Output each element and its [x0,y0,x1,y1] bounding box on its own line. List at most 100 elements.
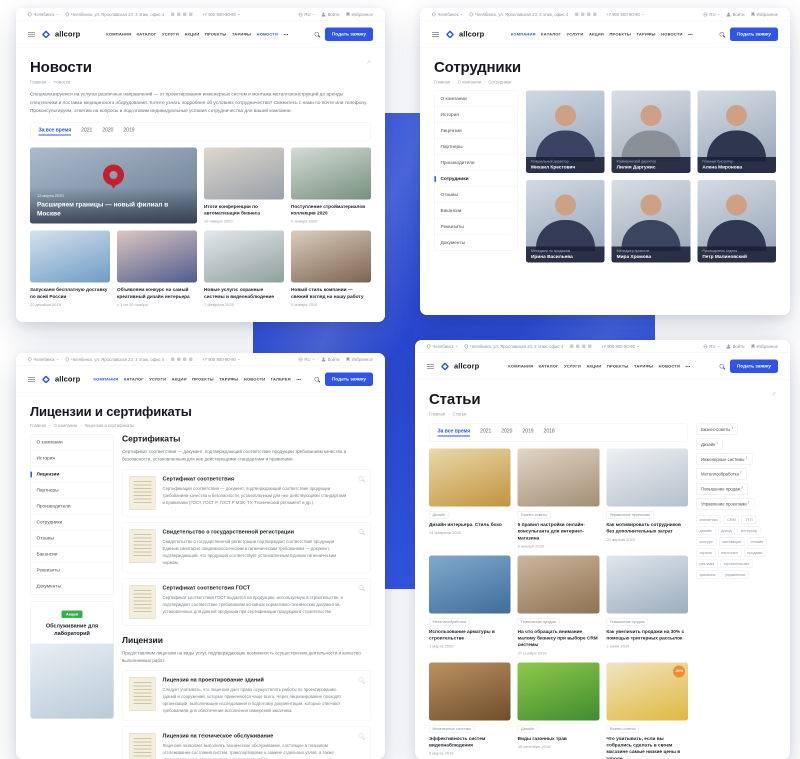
nav-menu-item[interactable]: Компания [511,32,536,37]
news-card[interactable]: Запускаем бесплатную доставку по всей Ро… [30,231,110,307]
document-card[interactable]: Сертификат соответствия Сертификация соо… [122,469,371,516]
nav-menu-item[interactable]: Тарифы [634,364,653,369]
nav-menu-item[interactable]: Каталог [539,364,559,369]
sidebar-item[interactable]: Лицензии [31,467,114,483]
tag-chip[interactable]: строительство [720,559,752,568]
filter-tab[interactable]: 2018 [544,429,555,437]
social-icon[interactable] [183,13,187,17]
nav-menu-item[interactable]: Акции [589,32,604,37]
nav-menu-item[interactable]: Тарифы [232,32,251,37]
social-icon[interactable] [570,345,574,349]
language-selector[interactable]: RU [703,12,719,17]
nav-menu-item[interactable]: Галерея [271,377,291,382]
language-selector[interactable]: RU [703,344,719,349]
article-card[interactable]: Повышение продаж На что обращать внимани… [518,555,600,655]
filter-tab[interactable]: 2019 [522,429,533,437]
nav-menu-item[interactable]: Каталог [541,32,561,37]
promo-banner[interactable]: Акция Обслуживание для лабораторий [30,602,114,719]
article-card[interactable]: -50% Бизнес-советы Что учитывать, если в… [606,662,688,759]
filter-tab[interactable]: 2019 [123,127,134,135]
tag-chip[interactable]: реклама [696,559,718,568]
favorites-link[interactable]: Избранное [346,357,373,362]
tag-chip[interactable]: финансы [696,570,719,579]
employee-card[interactable]: Менеджер по продажам Ирина Васильева [526,180,605,263]
breadcrumb-item[interactable]: Статьи [445,412,466,417]
article-category-chip[interactable]: Бизнес-советы [606,725,639,733]
filter-tab[interactable]: За все время [39,127,72,135]
sidebar-item[interactable]: Отзывы [31,531,114,547]
login-link[interactable]: Войти [727,344,745,349]
social-icon[interactable] [189,13,193,17]
submit-request-button[interactable]: Подать заявку [325,373,373,387]
document-thumbnail[interactable] [130,733,156,759]
nav-menu-item[interactable]: ••• [688,32,693,37]
sidebar-item[interactable]: Реквизиты [31,563,114,579]
search-icon[interactable] [314,377,319,382]
filter-tab[interactable]: 2020 [102,127,113,135]
article-category-chip[interactable]: Управление проектами [606,511,653,519]
article-category-chip[interactable]: Повышение продаж [606,618,648,626]
document-card[interactable]: Свидетельство о государственной регистра… [122,522,371,572]
breadcrumb-item[interactable]: Сотрудники [481,80,511,85]
news-card[interactable]: Объявляем конкурс на самый креативный ди… [117,231,197,307]
tag-chip[interactable]: конкурс [696,537,716,546]
nav-menu-item[interactable]: ••• [296,377,301,382]
city-selector[interactable]: Челябинск [432,12,462,17]
tag-chip[interactable]: охрана [696,548,715,557]
sidebar-item[interactable]: Производители [435,155,518,171]
nav-menu-item[interactable]: ••• [284,32,289,37]
breadcrumb-item[interactable]: Лицензии и сертификаты [77,423,134,428]
article-category-chip[interactable]: Повышение продаж [518,618,560,626]
category-filter[interactable]: Управление проектами2 [696,498,754,509]
nav-menu-item[interactable]: Каталог [137,32,157,37]
search-icon[interactable] [719,364,724,369]
social-icon[interactable] [588,345,592,349]
sidebar-item[interactable]: История [435,107,518,123]
share-icon[interactable] [771,391,776,397]
filter-tab[interactable]: За все время [438,429,471,437]
nav-menu-item[interactable]: Акции [586,364,601,369]
favorites-link[interactable]: Избранное [751,344,778,349]
tag-chip[interactable]: CRM [724,515,740,524]
filter-tab[interactable]: 2021 [480,429,491,437]
nav-menu-item[interactable]: Услуги [567,32,584,37]
employee-card[interactable]: Генеральный директор Михаил Крестович [526,91,605,174]
sidebar-item[interactable]: Документы [31,579,114,595]
language-selector[interactable]: RU [298,12,314,17]
zoom-icon[interactable] [359,733,364,738]
submit-request-button[interactable]: Подать заявку [730,28,778,42]
document-card[interactable]: Лицензия на техническое обслуживание Лиц… [122,727,371,759]
tag-chip[interactable]: управление [721,570,749,579]
hamburger-menu-icon[interactable] [28,377,35,382]
login-link[interactable]: Войти [322,357,340,362]
filter-tab[interactable]: 2021 [81,127,92,135]
nav-menu-item[interactable]: Каталог [124,377,144,382]
sidebar-item[interactable]: Вакансии [435,203,518,219]
article-card[interactable]: Повышение продаж Как увеличить продажи н… [606,555,688,655]
tag-chip[interactable]: мотивация [719,537,745,546]
document-card[interactable]: Лицензия на проектирование зданий Следуе… [122,671,371,721]
favorites-link[interactable]: Избранное [751,12,778,17]
article-category-chip[interactable]: Дизайн [518,725,538,733]
news-card[interactable]: Новые услуги: охранные системы и видеона… [204,231,284,307]
city-selector[interactable]: Челябинск [28,357,58,362]
social-icon[interactable] [575,13,579,17]
nav-menu-item[interactable]: Тарифы [637,32,656,37]
nav-menu-item[interactable]: Услуги [149,377,166,382]
nav-menu-item[interactable]: Услуги [162,32,179,37]
article-card[interactable]: Бизнес-советы 5 правил настройки онлайн-… [518,449,600,549]
article-card[interactable]: Дизайн Дизайн интерьера. Стиль бохо 14 ф… [429,449,511,549]
nav-menu-item[interactable]: Акции [172,377,187,382]
nav-menu-item[interactable]: Новости [244,377,265,382]
tag-chip[interactable]: онлайн [747,537,767,546]
tag-chip[interactable]: интерьер [738,526,761,535]
featured-news-card[interactable]: 12 марта 2020 Расширяем границы — новый … [30,147,197,223]
sidebar-item[interactable]: Вакансии [31,547,114,563]
tag-chip[interactable]: продажи [744,548,766,557]
search-icon[interactable] [314,32,319,37]
social-icon[interactable] [587,13,591,17]
sidebar-item[interactable]: Партнеры [31,483,114,499]
breadcrumb-item[interactable]: Главная [429,412,445,417]
article-category-chip[interactable]: Металлообработка [429,618,469,626]
login-link[interactable]: Войти [727,12,745,17]
